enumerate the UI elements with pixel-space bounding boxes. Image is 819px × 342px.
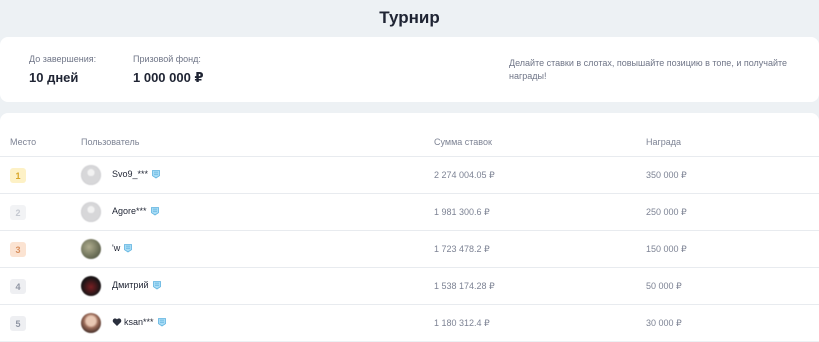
table-row: 1 Svo9_*** 2 274 004.05 ₽ 350 000 ₽ [0, 157, 819, 194]
prize-pool-stat: Призовой фонд: 1 000 000 ₽ [133, 54, 204, 86]
user-cell[interactable]: Svo9_*** [112, 169, 161, 179]
page-header: Турнир [0, 0, 819, 36]
avatar[interactable] [81, 165, 101, 185]
prize-amount: 30 000 ₽ [646, 318, 682, 328]
username: Agore*** [112, 206, 147, 216]
place-badge: 5 [10, 316, 26, 331]
table-row: 3 'w 1 723 478.2 ₽ 150 000 ₽ [0, 231, 819, 268]
username: 'w [112, 243, 121, 253]
column-header-prize: Награда [646, 137, 682, 147]
prize-pool-label: Призовой фонд: [133, 54, 201, 64]
prize-amount: 350 000 ₽ [646, 170, 687, 180]
table-header: Место Пользователь Сумма ставок Награда [0, 113, 819, 157]
bet-sum: 1 981 300.6 ₽ [434, 207, 490, 217]
avatar[interactable] [81, 202, 101, 222]
bet-sum: 1 180 312.4 ₽ [434, 318, 490, 328]
user-cell[interactable]: Agore*** [112, 206, 160, 216]
prize-amount: 150 000 ₽ [646, 244, 687, 254]
time-remaining-label: До завершения: [29, 54, 97, 64]
level-badge-icon [157, 317, 167, 327]
prize-amount: 50 000 ₽ [646, 281, 682, 291]
level-badge-icon [150, 206, 160, 216]
table-row: 2 Agore*** 1 981 300.6 ₽ 250 000 ₽ [0, 194, 819, 231]
heart-icon [112, 317, 122, 327]
place-badge: 4 [10, 279, 26, 294]
level-badge-icon [152, 280, 162, 290]
user-cell[interactable]: ksan*** [112, 317, 167, 327]
table-row: 4 Дмитрий 1 538 174.28 ₽ 50 000 ₽ [0, 268, 819, 305]
time-remaining-stat: До завершения: 10 дней [29, 54, 96, 85]
bet-sum: 1 723 478.2 ₽ [434, 244, 490, 254]
username: ksan*** [124, 317, 154, 327]
user-cell[interactable]: 'w [112, 243, 133, 253]
page-title: Турнир [379, 8, 440, 27]
tournament-description: Делайте ставки в слотах, повышайте позиц… [509, 58, 788, 81]
level-badge-icon [151, 169, 161, 179]
place-badge: 2 [10, 205, 26, 220]
prize-pool-value: 1 000 000 ₽ [133, 70, 204, 85]
column-header-user: Пользователь [81, 137, 140, 147]
username: Дмитрий [112, 280, 149, 290]
tournament-info-card: До завершения: 10 дней Призовой фонд: 1 … [0, 37, 819, 102]
avatar[interactable] [81, 313, 101, 333]
bet-sum: 2 274 004.05 ₽ [434, 170, 495, 180]
level-badge-icon [123, 243, 133, 253]
column-header-place: Место [10, 137, 37, 147]
bet-sum: 1 538 174.28 ₽ [434, 281, 495, 291]
time-remaining-value: 10 дней [29, 70, 79, 85]
user-cell[interactable]: Дмитрий [112, 280, 162, 290]
place-badge: 1 [10, 168, 26, 183]
username: Svo9_*** [112, 169, 149, 179]
leaderboard-table: Место Пользователь Сумма ставок Награда … [0, 113, 819, 341]
avatar[interactable] [81, 276, 101, 296]
prize-amount: 250 000 ₽ [646, 207, 687, 217]
avatar[interactable] [81, 239, 101, 259]
place-badge: 3 [10, 242, 26, 257]
column-header-sum: Сумма ставок [434, 137, 492, 147]
table-row: 5 ksan*** 1 180 312.4 ₽ 30 000 ₽ [0, 305, 819, 342]
